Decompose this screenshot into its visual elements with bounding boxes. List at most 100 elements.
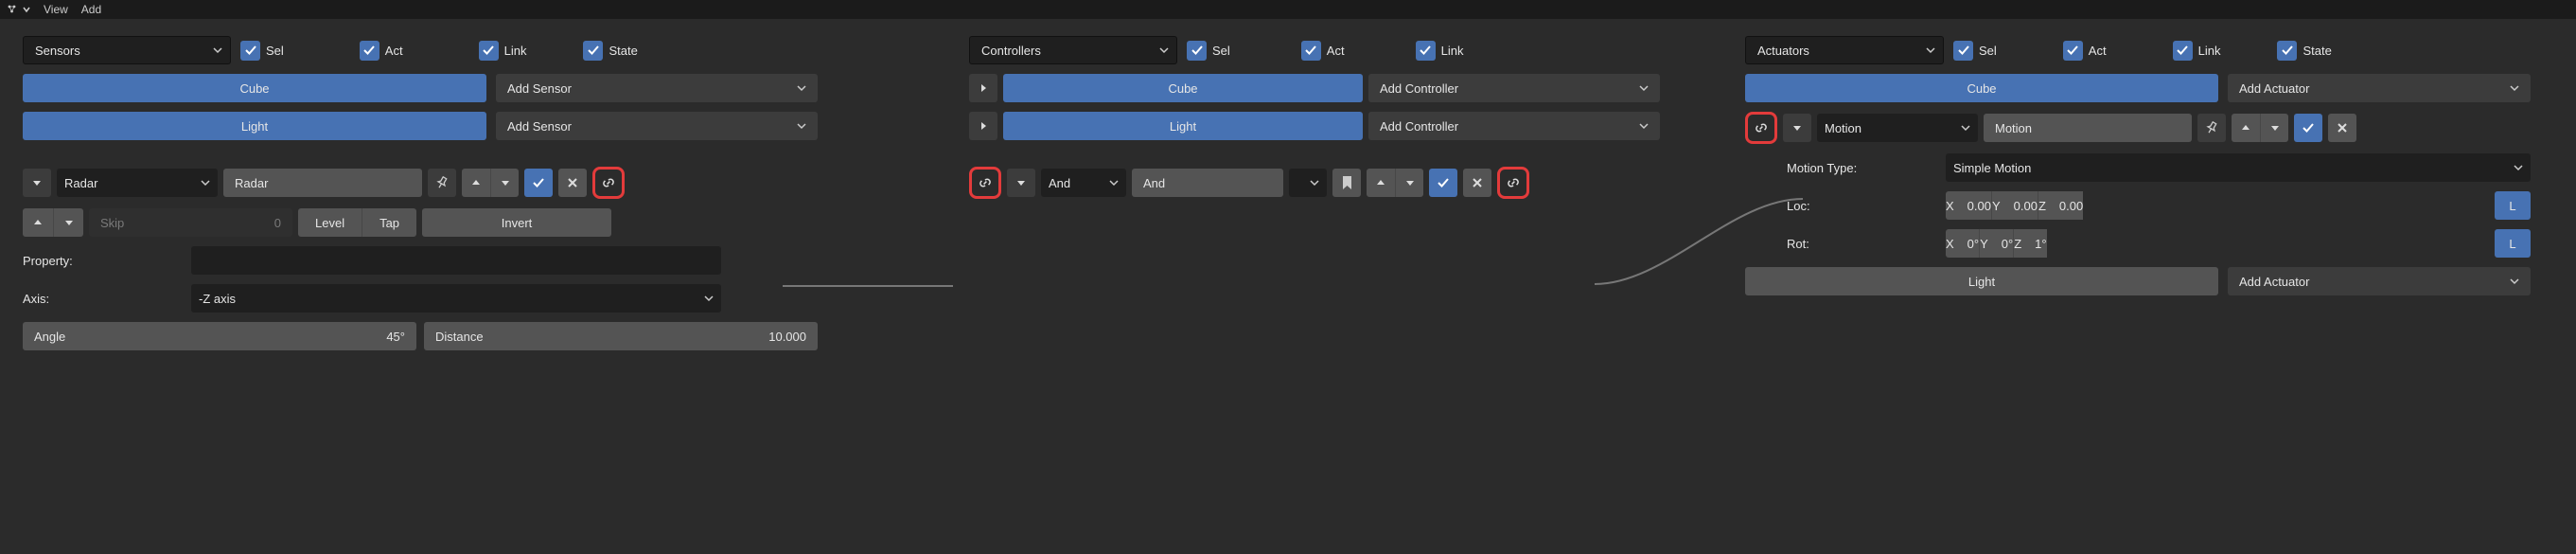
controllers-title-dropdown[interactable]: Controllers (969, 36, 1177, 64)
rot-local-toggle[interactable]: L (2495, 229, 2531, 258)
chevron-down-icon (797, 121, 806, 131)
add-controller-cube[interactable]: Add Controller (1368, 74, 1660, 102)
pulse-down[interactable] (53, 208, 83, 237)
axis-dropdown[interactable]: -Z axis (191, 284, 721, 313)
actuators-title-label: Actuators (1757, 44, 1809, 58)
collapse-toggle[interactable] (23, 169, 51, 197)
chevron-down-icon (2510, 277, 2519, 286)
sensors-sel-check[interactable]: Sel (240, 41, 284, 61)
l-label: L (2509, 199, 2515, 213)
rot-z[interactable]: Z1° (2013, 229, 2046, 258)
move-down-button[interactable] (490, 169, 519, 197)
invert-button[interactable]: Invert (422, 208, 611, 237)
delete-button[interactable] (558, 169, 587, 197)
collapse-toggle[interactable] (1007, 169, 1035, 197)
move-up-button[interactable] (2232, 114, 2260, 142)
skip-value: 0 (274, 216, 281, 230)
object-label: Light (1968, 275, 1995, 289)
move-down-button[interactable] (2260, 114, 2288, 142)
loc-z[interactable]: Z0.00 (2038, 191, 2083, 220)
motion-type-row: Motion Type: Simple Motion (1745, 153, 2531, 182)
rot-y[interactable]: Y 0° (1979, 229, 2013, 258)
expand-toggle[interactable] (969, 74, 997, 102)
delete-button[interactable] (1463, 169, 1491, 197)
property-label-text: Property: (23, 254, 73, 268)
axis-y: Y (1980, 237, 1988, 251)
add-controller-label: Add Controller (1380, 81, 1458, 96)
actuator-object-cube[interactable]: Cube (1745, 74, 2218, 102)
sensor-link-socket[interactable] (592, 167, 625, 199)
actuator-type-label: Motion (1825, 121, 1861, 135)
controller-name-field[interactable]: And (1132, 169, 1283, 197)
sensor-object-cube[interactable]: Cube (23, 74, 486, 102)
collapse-toggle[interactable] (1783, 114, 1811, 142)
controller-object-cube[interactable]: Cube (1003, 74, 1363, 102)
menu-view[interactable]: View (44, 3, 68, 16)
sensors-column: Sensors Sel Act Link State Cube Add Sens… (23, 36, 818, 350)
actuators-title-dropdown[interactable]: Actuators (1745, 36, 1944, 64)
controller-in-socket[interactable] (969, 167, 1001, 199)
actuators-link-check[interactable]: Link (2173, 41, 2221, 61)
editor-switcher[interactable] (6, 2, 30, 17)
controllers-act-check[interactable]: Act (1301, 41, 1345, 61)
actuators-sel-check[interactable]: Sel (1953, 41, 1997, 61)
add-sensor-cube[interactable]: Add Sensor (496, 74, 818, 102)
actuator-object-light[interactable]: Light (1745, 267, 2218, 295)
actuator-type-dropdown[interactable]: Motion (1817, 114, 1978, 142)
link-label: Link (504, 44, 527, 58)
actuator-name-field[interactable]: Motion (1984, 114, 2192, 142)
actuator-in-socket[interactable] (1745, 112, 1777, 144)
distance-field[interactable]: Distance 10.000 (424, 322, 818, 350)
sensor-name-field[interactable]: Radar (223, 169, 422, 197)
controllers-sel-check[interactable]: Sel (1187, 41, 1230, 61)
add-controller-light[interactable]: Add Controller (1368, 112, 1660, 140)
tap-button[interactable]: Tap (362, 208, 416, 237)
controller-object-light[interactable]: Light (1003, 112, 1363, 140)
editor-header: View Add (0, 0, 2576, 19)
skip-field[interactable]: Skip 0 (89, 208, 292, 237)
object-label: Light (241, 119, 268, 134)
rot-y-val: 0° (2002, 237, 2013, 251)
pin-button[interactable] (2197, 114, 2226, 142)
expand-toggle[interactable] (969, 112, 997, 140)
motion-type-dropdown[interactable]: Simple Motion (1946, 153, 2531, 182)
bookmark-button[interactable] (1332, 169, 1361, 197)
move-up-button[interactable] (462, 169, 490, 197)
sensors-title-dropdown[interactable]: Sensors (23, 36, 231, 64)
level-button[interactable]: Level (298, 208, 362, 237)
add-actuator-light[interactable]: Add Actuator (2228, 267, 2531, 295)
active-check[interactable] (2294, 114, 2322, 142)
sensors-state-check[interactable]: State (583, 41, 637, 61)
loc-local-toggle[interactable]: L (2495, 191, 2531, 220)
active-check[interactable] (1429, 169, 1457, 197)
angle-field[interactable]: Angle 45° (23, 322, 416, 350)
sensors-link-check[interactable]: Link (479, 41, 527, 61)
chevron-down-icon (704, 294, 714, 303)
active-check[interactable] (524, 169, 553, 197)
pulse-up[interactable] (23, 208, 53, 237)
controllers-link-check[interactable]: Link (1416, 41, 1464, 61)
loc-x[interactable]: X0.00 (1946, 191, 1991, 220)
property-field[interactable] (191, 246, 721, 275)
move-up-button[interactable] (1367, 169, 1395, 197)
sensor-object-light[interactable]: Light (23, 112, 486, 140)
state-dropdown[interactable] (1289, 169, 1327, 197)
rot-x[interactable]: X0° (1946, 229, 1979, 258)
menu-add[interactable]: Add (81, 3, 101, 16)
add-actuator-cube[interactable]: Add Actuator (2228, 74, 2531, 102)
actuators-state-check[interactable]: State (2277, 41, 2331, 61)
sensor-type-dropdown[interactable]: Radar (57, 169, 218, 197)
controller-type-dropdown[interactable]: And (1041, 169, 1126, 197)
tap-label: Tap (379, 216, 399, 230)
move-down-button[interactable] (1395, 169, 1423, 197)
axis-label: Axis: (23, 284, 184, 313)
delete-button[interactable] (2328, 114, 2356, 142)
pin-button[interactable] (428, 169, 456, 197)
sensors-act-check[interactable]: Act (360, 41, 403, 61)
loc-y[interactable]: Y0.00 (1991, 191, 2038, 220)
loc-row: Loc: X0.00 Y0.00 Z0.00 L (1745, 191, 2531, 220)
add-sensor-light[interactable]: Add Sensor (496, 112, 818, 140)
actuators-act-check[interactable]: Act (2063, 41, 2107, 61)
controller-out-socket[interactable] (1497, 167, 1529, 199)
property-label: Property: (23, 246, 184, 275)
